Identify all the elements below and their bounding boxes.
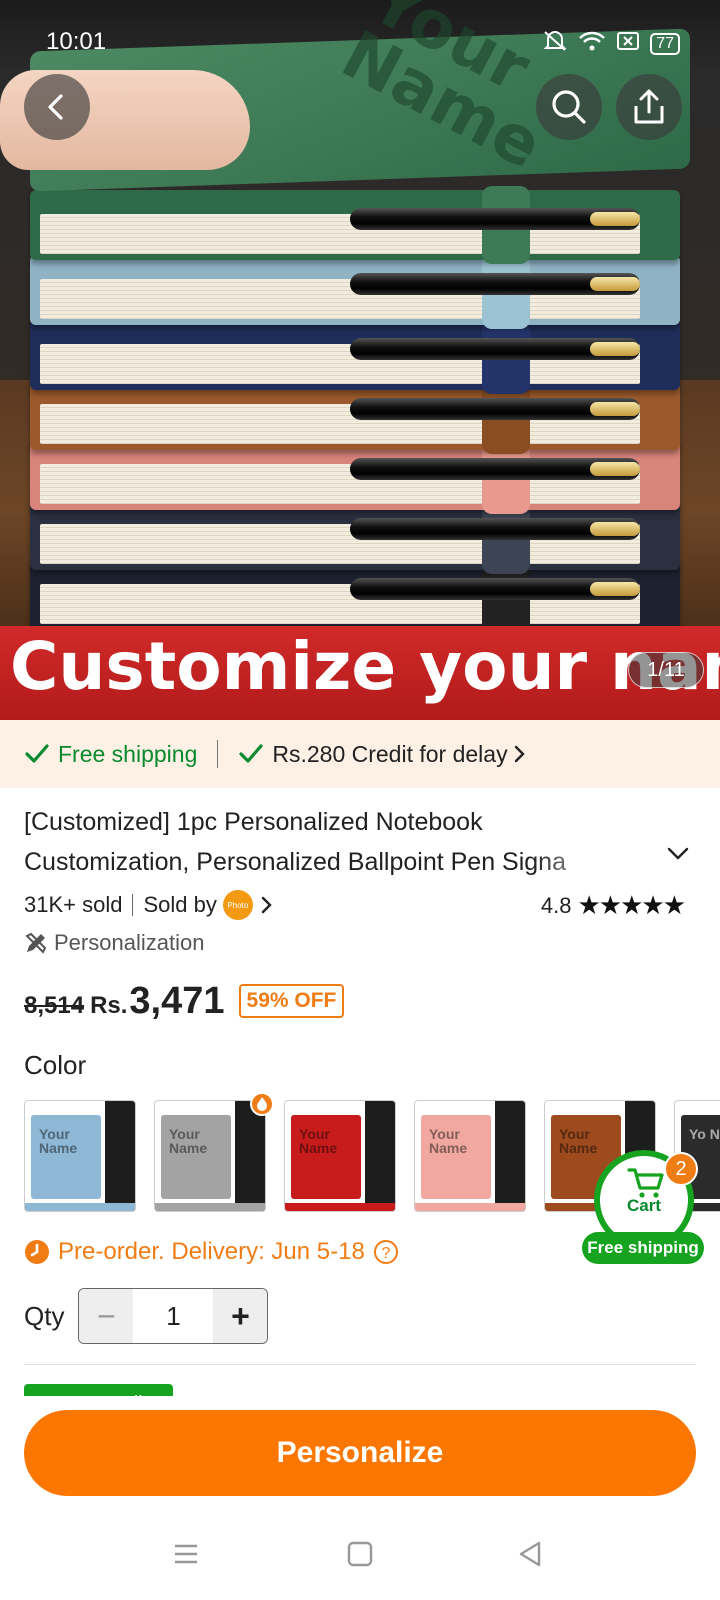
increment-button[interactable]: + <box>213 1289 268 1343</box>
product-title[interactable]: [Customized] 1pc Personalized Notebook C… <box>24 802 624 882</box>
chevron-right-icon <box>514 745 525 763</box>
chevron-right-icon <box>261 896 272 914</box>
title-line-2: Customization, Personalized Ballpoint Pe… <box>24 848 566 876</box>
menu-icon <box>175 1544 197 1564</box>
share-button[interactable] <box>616 74 682 140</box>
notebook-navy <box>30 316 680 394</box>
color-option-red[interactable]: Your Name <box>284 1100 396 1212</box>
price-row: 8,514 Rs. 3,471 59% OFF <box>24 980 345 1024</box>
back-button[interactable] <box>24 74 90 140</box>
cart-count-badge: 2 <box>664 1152 698 1186</box>
svg-text:?: ? <box>381 1245 390 1262</box>
clock-icon <box>25 1240 49 1264</box>
color-option-pink[interactable]: Your Name <box>414 1100 526 1212</box>
check-icon <box>239 744 263 763</box>
delivery-info[interactable]: Pre-order. Delivery: Jun 5-18 ? <box>24 1238 399 1266</box>
cart-free-shipping: Free shipping <box>582 1232 704 1264</box>
home-square-icon <box>347 1541 373 1567</box>
quantity-row: Qty − 1 + <box>24 1288 269 1344</box>
free-shipping-label: Free shipping <box>58 740 198 767</box>
battery-icon: 77 <box>650 33 680 55</box>
sold-count: 31K+ sold <box>24 892 123 917</box>
divider <box>132 894 134 916</box>
home-nav-button[interactable] <box>340 1534 380 1574</box>
mute-icon <box>542 30 568 58</box>
status-icons: 77 <box>542 30 680 58</box>
swatch-text: Your Name <box>169 1126 208 1156</box>
current-price: 3,471 <box>129 980 225 1022</box>
discount-badge: 59% OFF <box>238 984 345 1018</box>
pencil-ruler-icon <box>25 932 47 954</box>
swatch-text: Your Name <box>429 1126 468 1156</box>
color-option-wallet[interactable]: Your Name <box>24 1100 136 1212</box>
quantity-value[interactable]: 1 <box>133 1289 213 1343</box>
wifi-icon <box>578 30 606 58</box>
rating[interactable]: 4.8 ★★★★★ <box>540 890 686 921</box>
menu-nav-button[interactable] <box>166 1534 206 1574</box>
delivery-text: Pre-order. Delivery: Jun 5-18 <box>58 1238 365 1265</box>
help-icon[interactable]: ? <box>373 1239 399 1265</box>
notebook-black <box>30 556 680 634</box>
cart-icon <box>627 1168 664 1198</box>
decrement-button[interactable]: − <box>79 1289 134 1343</box>
image-counter: 1/11 <box>628 652 704 688</box>
chevron-down-icon <box>667 847 689 860</box>
title-line-1: [Customized] 1pc Personalized Notebook <box>24 808 483 836</box>
quantity-stepper[interactable]: − 1 + <box>78 1288 269 1344</box>
notebook-lightblue <box>30 251 680 329</box>
notebook-pink <box>30 436 680 514</box>
system-nav-bar <box>0 1506 720 1600</box>
search-button[interactable] <box>536 74 602 140</box>
divider <box>24 1364 696 1365</box>
sold-by-label: Sold by <box>143 892 217 917</box>
qty-label: Qty <box>24 1300 65 1331</box>
credit-label: Rs.280 Credit for delay <box>272 740 508 767</box>
color-option-gray[interactable]: Your Name <box>154 1100 266 1212</box>
banner-text: Customize your name <box>10 628 720 705</box>
search-icon <box>552 90 586 124</box>
share-icon <box>634 89 664 124</box>
notebook-gray <box>30 496 680 574</box>
status-time: 10:01 <box>46 28 107 55</box>
back-triangle-icon <box>519 1541 541 1567</box>
star-rating-icon: ★★★★★ <box>577 890 686 920</box>
personalize-button[interactable]: Personalize <box>24 1410 696 1496</box>
swatch-text: Your Name <box>39 1126 78 1156</box>
chevron-left-icon <box>48 94 63 120</box>
sim-icon <box>616 31 640 57</box>
promo-banner: Customize your name <box>0 626 720 720</box>
personalization-label: Personalization <box>54 930 205 955</box>
swatch-text: Yo Na <box>689 1126 720 1142</box>
back-nav-button[interactable] <box>510 1534 550 1574</box>
currency: Rs. <box>90 992 128 1019</box>
personalization-tag: Personalization <box>24 930 204 956</box>
divider <box>217 740 219 768</box>
seller-logo[interactable]: Photo <box>222 890 253 920</box>
bottom-action-bar: Personalize <box>0 1396 720 1506</box>
expand-title-button[interactable] <box>666 846 690 867</box>
product-image-carousel[interactable]: Your Name Customize your name <box>0 0 720 720</box>
swatch-text: Your Name <box>299 1126 338 1156</box>
notebook-brown <box>30 376 680 454</box>
original-price: 8,514 <box>24 992 85 1019</box>
cart-label: Cart <box>626 1196 661 1215</box>
shipping-strip[interactable]: Free shipping Rs.280 Credit for delay <box>0 720 720 788</box>
cart-button[interactable]: Cart 2 Free shipping <box>582 1150 704 1264</box>
rating-value: 4.8 <box>540 892 572 918</box>
seller-meta[interactable]: 31K+ sold Sold by Photo <box>24 890 273 920</box>
check-icon <box>25 744 49 763</box>
hot-icon <box>250 1092 274 1116</box>
status-bar: 10:01 77 <box>0 0 720 84</box>
color-label: Color <box>24 1050 87 1080</box>
